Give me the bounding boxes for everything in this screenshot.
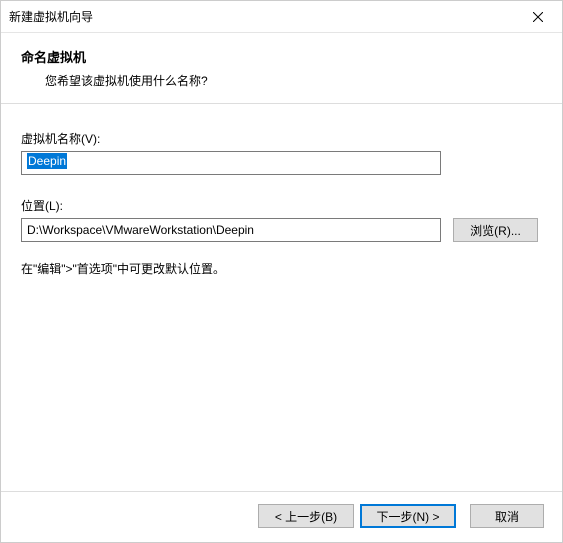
next-button[interactable]: 下一步(N) > [360, 504, 456, 528]
back-button[interactable]: < 上一步(B) [258, 504, 354, 528]
location-hint: 在"编辑">"首选项"中可更改默认位置。 [21, 260, 542, 277]
cancel-button[interactable]: 取消 [470, 504, 544, 528]
new-vm-wizard-dialog: 新建虚拟机向导 命名虚拟机 您希望该虚拟机使用什么名称? 虚拟机名称(V): D… [0, 0, 563, 543]
wizard-body: 虚拟机名称(V): Deepin 位置(L): 浏览(R)... 在"编辑">"… [1, 104, 562, 491]
window-title: 新建虚拟机向导 [9, 8, 518, 25]
location-label: 位置(L): [21, 197, 542, 214]
close-button[interactable] [518, 3, 558, 31]
location-input[interactable] [21, 218, 441, 242]
wizard-header: 命名虚拟机 您希望该虚拟机使用什么名称? [1, 33, 562, 103]
vm-name-value: Deepin [27, 153, 67, 169]
vm-name-label: 虚拟机名称(V): [21, 130, 542, 147]
vm-name-input[interactable]: Deepin [21, 151, 441, 175]
wizard-footer: < 上一步(B) 下一步(N) > 取消 [1, 491, 562, 542]
close-icon [533, 12, 543, 22]
browse-button[interactable]: 浏览(R)... [453, 218, 538, 242]
page-subtitle: 您希望该虚拟机使用什么名称? [21, 72, 554, 89]
page-title: 命名虚拟机 [21, 47, 554, 66]
titlebar: 新建虚拟机向导 [1, 1, 562, 33]
